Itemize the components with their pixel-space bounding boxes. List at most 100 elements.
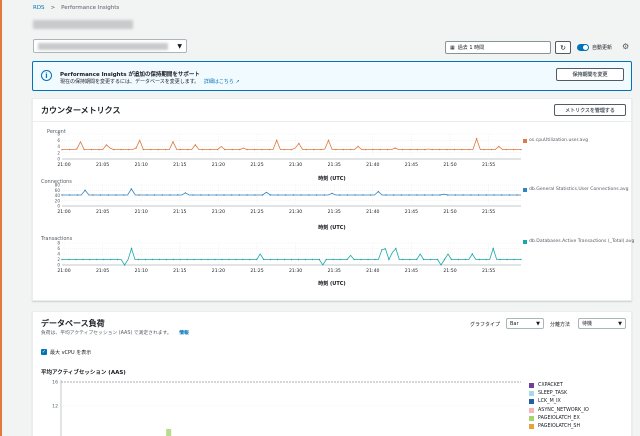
external-link-icon: ↗: [235, 79, 240, 85]
learn-more-link-label: 詳細はこちら: [203, 79, 234, 85]
chart1-data-point: [90, 148, 93, 151]
chart3-x-tick-label: 21:10: [135, 268, 148, 274]
chart1-data-point: [520, 148, 522, 151]
chart3-data-point: [450, 258, 453, 261]
legend-label: LCK_M_IX: [538, 399, 561, 405]
chart2-data-point: [207, 194, 210, 196]
chart3-data-point: [276, 258, 279, 261]
chart1-y-tick-label: 4: [57, 144, 60, 149]
db-load-legend-item[interactable]: PAGEIOLATCH_EX: [529, 415, 580, 421]
chart2-data-point: [192, 194, 194, 196]
chart2-data-point: [477, 194, 480, 196]
chart3-x-tick-label: 21:40: [366, 268, 379, 274]
chart1-data-point: [216, 148, 219, 151]
chart1-data-point: [409, 148, 411, 151]
chart2-data-point: [292, 194, 295, 196]
database-select[interactable]: ▼: [33, 39, 187, 53]
chart1-data-point: [164, 148, 167, 151]
chart2-data-point: [107, 194, 110, 196]
aas-y-tick-label: 12: [52, 404, 58, 410]
chart2-data-point: [115, 194, 117, 196]
chart1-data-point: [357, 145, 359, 148]
chart2-data-point: [285, 194, 287, 196]
breadcrumb-rds-link[interactable]: RDS: [33, 5, 45, 11]
chart3-data-point: [436, 258, 439, 261]
chart2-x-tick-label: 21:05: [96, 209, 109, 215]
breadcrumb-current: Performance Insights: [61, 5, 120, 11]
chart1-data-point: [268, 148, 270, 151]
chart3-series-line: [62, 247, 521, 266]
chart1-data-point: [438, 148, 441, 151]
chart3-data-point: [200, 258, 202, 261]
chart1-data-point: [350, 148, 352, 151]
chart2-data-point: [431, 194, 433, 196]
chart3-x-tick-label: 21:45: [405, 268, 418, 274]
chart2-y-tick-label: 0: [57, 204, 60, 209]
change-retention-button[interactable]: 保持期間を変更: [556, 68, 624, 81]
chart2-data-point: [331, 192, 333, 195]
chart2-data-point: [161, 194, 163, 196]
chart1-data-point: [298, 142, 300, 145]
chart2-data-point: [362, 194, 364, 196]
chart1-data-point: [313, 148, 315, 151]
chart3-data-point: [297, 258, 300, 261]
auto-refresh-label: 自動更新: [592, 45, 613, 51]
chart2-data-point: [385, 194, 387, 196]
chart1-data-point: [424, 148, 426, 151]
chart1-y-tick-label: 2: [57, 150, 60, 155]
chart2-data-point: [146, 194, 148, 196]
chart1-data-point: [320, 148, 322, 151]
chart2-data-point: [169, 194, 171, 196]
refresh-button[interactable]: ↻: [555, 41, 571, 54]
flash-title: Performance Insights が追加の保持期間をサポート: [60, 72, 200, 78]
chart2-data-point: [447, 194, 449, 196]
chart3-data-point: [457, 258, 460, 261]
learn-more-link[interactable]: 詳細はこちら ↗: [204, 79, 240, 85]
db-load-legend-item[interactable]: ASYNC_NETWORK_IO: [529, 407, 589, 413]
chart1-data-point: [150, 148, 152, 151]
chart3-data-point: [165, 258, 167, 261]
chart1-data-point: [327, 139, 330, 141]
chart3-data-point: [89, 258, 91, 261]
chart3-data-point: [520, 258, 522, 261]
chart3-data-point: [144, 258, 147, 261]
chart1-data-point: [387, 148, 389, 151]
db-load-legend-item[interactable]: CXPACKET: [529, 383, 563, 388]
chart1-data-point: [283, 148, 285, 151]
chart2-data-point: [369, 194, 372, 196]
auto-refresh-toggle[interactable]: [577, 44, 589, 51]
chart2-data-point: [177, 194, 179, 196]
db-load-legend-item[interactable]: LCK_M_IX: [529, 399, 561, 405]
chart2-data-point: [485, 194, 487, 196]
chart3-data-point: [269, 258, 272, 261]
gear-icon[interactable]: ⚙: [622, 42, 629, 51]
time-range-select[interactable]: ▦ 過去 1 時間: [445, 41, 551, 54]
x-axis-title-3: 時刻 (UTC): [318, 281, 346, 287]
chart1-x-tick-label: 21:15: [173, 162, 186, 168]
chart3-x-tick-label: 21:15: [173, 268, 186, 274]
chart2-data-point: [516, 194, 518, 196]
chart3-data-point: [492, 247, 494, 250]
chart3-data-point: [471, 253, 473, 255]
chart1-data-point: [461, 148, 463, 151]
chart1-data-point: [335, 148, 337, 151]
db-load-legend-item[interactable]: SLEEP_TASK: [529, 391, 567, 397]
time-range-value: 過去 1 時間: [457, 45, 485, 51]
chart1-x-tick-label: 21:20: [212, 162, 225, 168]
chart2-x-tick-label: 21:35: [328, 209, 341, 215]
chart2-data-point: [323, 194, 325, 196]
chart3-data-point: [172, 258, 174, 261]
chart1-data-point: [135, 147, 137, 149]
chart2-data-point: [215, 194, 217, 196]
chart3-data-point: [242, 258, 244, 261]
chart1-y-tick-label: 0: [57, 157, 60, 162]
db-load-legend-item[interactable]: PAGEIOLATCH_SH: [529, 424, 580, 429]
chart3-data-point: [360, 258, 362, 261]
chart3-data-point: [374, 258, 376, 261]
chart3-data-point: [499, 258, 501, 261]
chart3-data-point: [249, 258, 251, 261]
chart1-data-point: [127, 148, 130, 151]
legend-connections: db.General Statistics.User Connections.a…: [523, 187, 629, 192]
chart3-data-point: [151, 258, 154, 261]
legend-label: ASYNC_NETWORK_IO: [538, 407, 589, 413]
